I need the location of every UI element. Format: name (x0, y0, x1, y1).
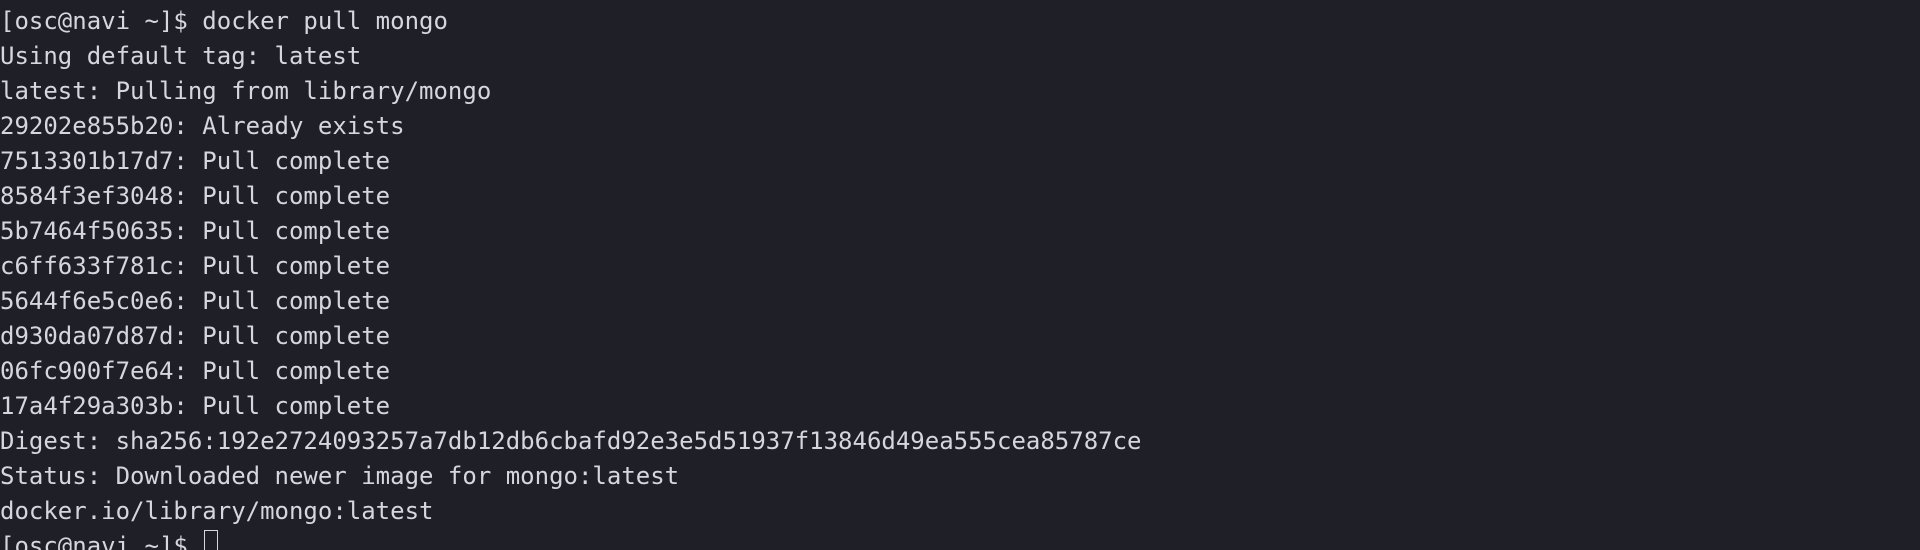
layer-status-line: 06fc900f7e64: Pull complete (0, 357, 391, 385)
layer-status-line: 8584f3ef3048: Pull complete (0, 182, 391, 210)
prompt-line[interactable]: [osc@navi ~]$ (0, 529, 1920, 550)
output-line: Using default tag: latest (0, 42, 362, 70)
output-line: latest: Pulling from library/mongo (0, 77, 492, 105)
layer-status-line: d930da07d87d: Pull complete (0, 322, 391, 350)
layer-status-line: 29202e855b20: Already exists (0, 112, 405, 140)
layer-status-line: 7513301b17d7: Pull complete (0, 147, 391, 175)
image-reference-line: docker.io/library/mongo:latest (0, 497, 434, 525)
layer-status-line: 5b7464f50635: Pull complete (0, 217, 391, 245)
layer-status-line: c6ff633f781c: Pull complete (0, 252, 391, 280)
terminal-window[interactable]: [osc@navi ~]$ docker pull mongo Using de… (0, 0, 1920, 550)
layer-status-line: 5644f6e5c0e6: Pull complete (0, 287, 391, 315)
digest-line: Digest: sha256:192e2724093257a7db12db6cb… (0, 427, 1142, 455)
layer-status-line: 17a4f29a303b: Pull complete (0, 392, 391, 420)
status-line: Status: Downloaded newer image for mongo… (0, 462, 680, 490)
text-cursor (204, 530, 219, 550)
shell-prompt: [osc@navi ~]$ (0, 532, 203, 550)
command-line: [osc@navi ~]$ docker pull mongo (0, 7, 448, 35)
